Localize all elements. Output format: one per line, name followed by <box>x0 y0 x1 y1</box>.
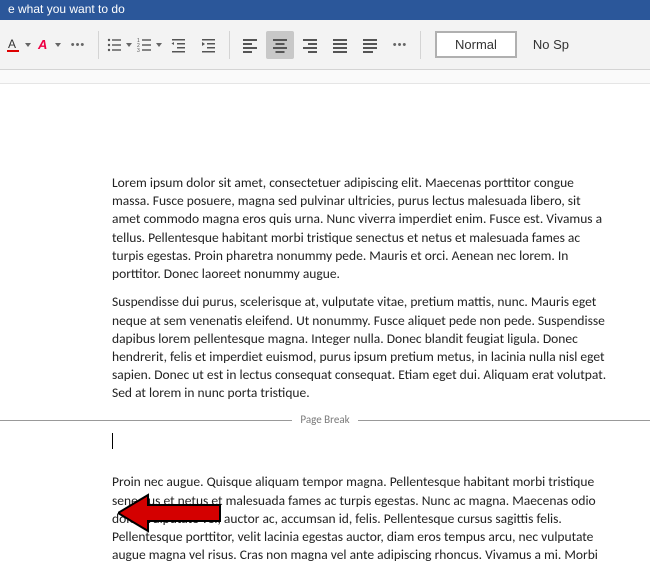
increase-indent-button[interactable] <box>195 31 223 59</box>
decrease-indent-button[interactable] <box>165 31 193 59</box>
svg-text:A: A <box>37 37 47 52</box>
align-center-button[interactable] <box>266 31 294 59</box>
bullets-button[interactable] <box>105 31 133 59</box>
ribbon-toolbar: A A ••• 123 ••• Normal No Sp <box>0 20 650 70</box>
tell-me-text: e what you want to do <box>8 2 125 16</box>
more-font-button[interactable]: ••• <box>64 31 92 59</box>
separator <box>229 31 230 59</box>
more-paragraph-button[interactable]: ••• <box>386 31 414 59</box>
title-bar: e what you want to do <box>0 0 650 20</box>
document-page[interactable]: Lorem ipsum dolor sit amet, consectetuer… <box>0 84 650 568</box>
svg-text:A: A <box>8 37 16 51</box>
style-normal[interactable]: Normal <box>435 31 517 58</box>
document-area[interactable]: Lorem ipsum dolor sit amet, consectetuer… <box>0 84 650 568</box>
distributed-button[interactable] <box>356 31 384 59</box>
style-no-spacing[interactable]: No Sp <box>527 33 575 56</box>
paragraph[interactable]: Lorem ipsum dolor sit amet, consectetuer… <box>112 174 610 283</box>
font-color-button[interactable]: A <box>4 31 32 59</box>
separator <box>420 31 421 59</box>
paragraph[interactable]: Proin nec augue. Quisque aliquam tempor … <box>112 473 610 568</box>
ruler-area <box>0 70 650 84</box>
align-justify-button[interactable] <box>326 31 354 59</box>
separator <box>98 31 99 59</box>
cursor-line[interactable] <box>112 433 610 453</box>
page-break-label: Page Break <box>300 413 349 428</box>
text-highlight-button[interactable]: A <box>34 31 62 59</box>
numbering-button[interactable]: 123 <box>135 31 163 59</box>
paragraph[interactable]: Suspendisse dui purus, scelerisque at, v… <box>112 293 610 402</box>
page-break-indicator: Page Break <box>0 413 650 428</box>
align-right-button[interactable] <box>296 31 324 59</box>
align-left-button[interactable] <box>236 31 264 59</box>
svg-text:3: 3 <box>137 48 140 54</box>
text-cursor-icon <box>112 433 113 449</box>
